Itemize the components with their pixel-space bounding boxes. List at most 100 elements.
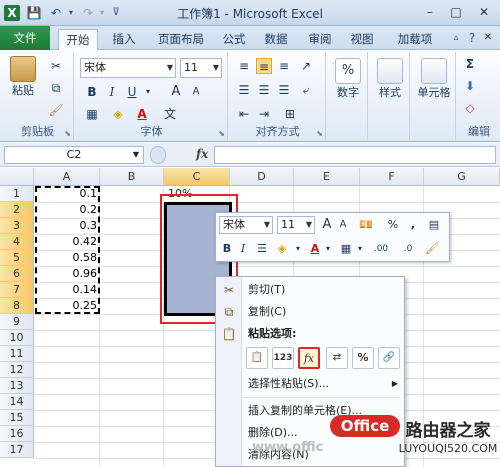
minimize-button[interactable]: –	[420, 3, 440, 21]
paste-option-link-icon[interactable]: 🔗	[378, 347, 400, 369]
font-launcher-icon[interactable]: ⬊	[218, 129, 225, 138]
align-center-icon[interactable]: ☰	[256, 82, 272, 98]
underline-button[interactable]: U	[124, 84, 140, 100]
mini-border-dropdown-icon[interactable]: ▾	[356, 239, 364, 259]
mini-grow-font-button[interactable]: A	[320, 215, 334, 235]
row-header[interactable]: 12	[0, 362, 34, 378]
mini-bold-button[interactable]: B	[220, 239, 234, 259]
mini-increase-decimal-button[interactable]: .00	[368, 239, 394, 259]
mini-fill-dropdown-icon[interactable]: ▾	[294, 239, 302, 259]
paste-option-formatting[interactable]: %	[352, 347, 374, 369]
tab-view[interactable]: 视图	[344, 29, 380, 50]
tab-addins[interactable]: 加载项	[390, 29, 440, 50]
workbook-close-icon[interactable]: ✕	[478, 29, 498, 47]
bold-button[interactable]: B	[84, 84, 100, 100]
wrap-text-icon[interactable]: ⤶	[298, 82, 314, 98]
font-color-button[interactable]: A	[134, 106, 150, 122]
clear-icon[interactable]: ◇	[462, 100, 478, 116]
column-header-b[interactable]: B	[100, 168, 164, 186]
underline-dropdown-icon[interactable]: ▾	[140, 84, 156, 100]
cut-icon[interactable]: ✂	[48, 58, 64, 74]
align-top-icon[interactable]: ≡	[236, 58, 252, 74]
mini-format-painter-brush-icon[interactable]: 🖌	[424, 239, 440, 259]
insert-function-icon[interactable]: fx	[196, 147, 208, 161]
mini-font-name-combo[interactable]: 宋体 ▼	[219, 216, 273, 234]
row-header[interactable]: 10	[0, 330, 34, 346]
close-button[interactable]: ✕	[474, 3, 494, 21]
row-header[interactable]: 11	[0, 346, 34, 362]
grow-font-button[interactable]: A	[168, 84, 184, 100]
mini-font-color-dropdown-icon[interactable]: ▾	[324, 239, 332, 259]
phonetic-guide-button[interactable]: 文	[162, 106, 178, 122]
tab-insert[interactable]: 插入	[104, 29, 144, 50]
mini-currency-icon[interactable]: 💴	[356, 215, 376, 235]
font-name-combo[interactable]: 宋体 ▼	[80, 58, 176, 78]
maximize-button[interactable]: □	[446, 3, 466, 21]
merge-center-icon[interactable]: ⊞	[282, 106, 298, 122]
align-right-icon[interactable]: ☰	[276, 82, 292, 98]
format-painter-icon[interactable]: 🖌	[48, 102, 64, 118]
row-header[interactable]: 4	[0, 234, 34, 250]
column-header-e[interactable]: E	[294, 168, 360, 186]
align-middle-icon[interactable]: ≡	[256, 58, 272, 74]
column-header-g[interactable]: G	[424, 168, 500, 186]
fill-icon[interactable]: ⬇	[462, 78, 478, 94]
mini-shrink-font-button[interactable]: A	[336, 215, 350, 235]
mini-percent-button[interactable]: %	[386, 215, 400, 235]
column-header-d[interactable]: D	[230, 168, 294, 186]
align-left-icon[interactable]: ☰	[236, 82, 252, 98]
mini-italic-button[interactable]: I	[236, 239, 250, 259]
cells-button[interactable]: 单元格	[414, 58, 454, 100]
column-header-a[interactable]: A	[34, 168, 100, 186]
row-header[interactable]: 3	[0, 218, 34, 234]
paste-button[interactable]: 粘贴	[6, 56, 40, 98]
clipboard-launcher-icon[interactable]: ⬊	[64, 129, 71, 138]
row-header[interactable]: 8	[0, 298, 34, 314]
row-header[interactable]: 16	[0, 426, 34, 442]
mini-format-painter-icon[interactable]: ▤	[426, 215, 442, 235]
tab-formulas[interactable]: 公式	[216, 29, 252, 50]
column-header-f[interactable]: F	[360, 168, 424, 186]
tab-page-layout[interactable]: 页面布局	[150, 29, 212, 50]
paste-option-formulas[interactable]: fx	[298, 347, 320, 369]
align-bottom-icon[interactable]: ≡	[276, 58, 292, 74]
row-header[interactable]: 13	[0, 378, 34, 394]
row-header[interactable]: 17	[0, 442, 34, 458]
mini-fill-color-icon[interactable]: ◈	[274, 239, 290, 259]
row-header[interactable]: 5	[0, 250, 34, 266]
column-header-c[interactable]: C	[164, 168, 230, 186]
row-header[interactable]: 14	[0, 394, 34, 410]
menu-item-cut[interactable]: ✂ 剪切(T)	[216, 279, 404, 301]
menu-item-copy[interactable]: ⧉ 复制(C)	[216, 301, 404, 323]
menu-item-paste-special[interactable]: 选择性粘贴(S)... ▶	[216, 373, 404, 395]
formula-bar-expand-handle[interactable]	[150, 146, 166, 164]
tab-data[interactable]: 数据	[258, 29, 294, 50]
paste-option-transpose-icon[interactable]: ⇄	[326, 347, 348, 369]
autosum-button[interactable]: Σ	[462, 56, 478, 72]
row-header[interactable]: 6	[0, 266, 34, 282]
mini-font-color-button[interactable]: A	[308, 239, 322, 259]
mini-font-size-combo[interactable]: 11 ▼	[277, 216, 315, 234]
formula-input[interactable]	[214, 146, 496, 164]
tab-review[interactable]: 审阅	[302, 29, 338, 50]
fill-color-icon[interactable]: ◈	[110, 106, 126, 122]
decrease-indent-icon[interactable]: ⇤	[236, 106, 252, 122]
mini-comma-button[interactable]: ,	[406, 215, 420, 235]
border-icon[interactable]: ▦	[84, 106, 100, 122]
row-header[interactable]: 7	[0, 282, 34, 298]
styles-button[interactable]: 样式	[374, 58, 406, 100]
tab-home[interactable]: 开始	[58, 29, 98, 50]
mini-border-icon[interactable]: ▦	[338, 239, 354, 259]
name-box[interactable]: C2 ▼	[4, 146, 144, 164]
paste-option-paste-icon[interactable]: 📋	[246, 347, 268, 369]
shrink-font-button[interactable]: A	[188, 84, 204, 100]
paste-option-values[interactable]: 123	[272, 347, 294, 369]
copy-icon[interactable]: ⧉	[48, 80, 64, 96]
mini-center-icon[interactable]: ☰	[254, 239, 270, 259]
orientation-icon[interactable]: ↗	[298, 58, 314, 74]
mini-decrease-decimal-button[interactable]: .0	[396, 239, 420, 259]
increase-indent-icon[interactable]: ⇥	[256, 106, 272, 122]
row-header[interactable]: 1	[0, 186, 34, 202]
tab-file[interactable]: 文件	[0, 26, 50, 50]
number-format-button[interactable]: % 数字	[332, 58, 364, 100]
